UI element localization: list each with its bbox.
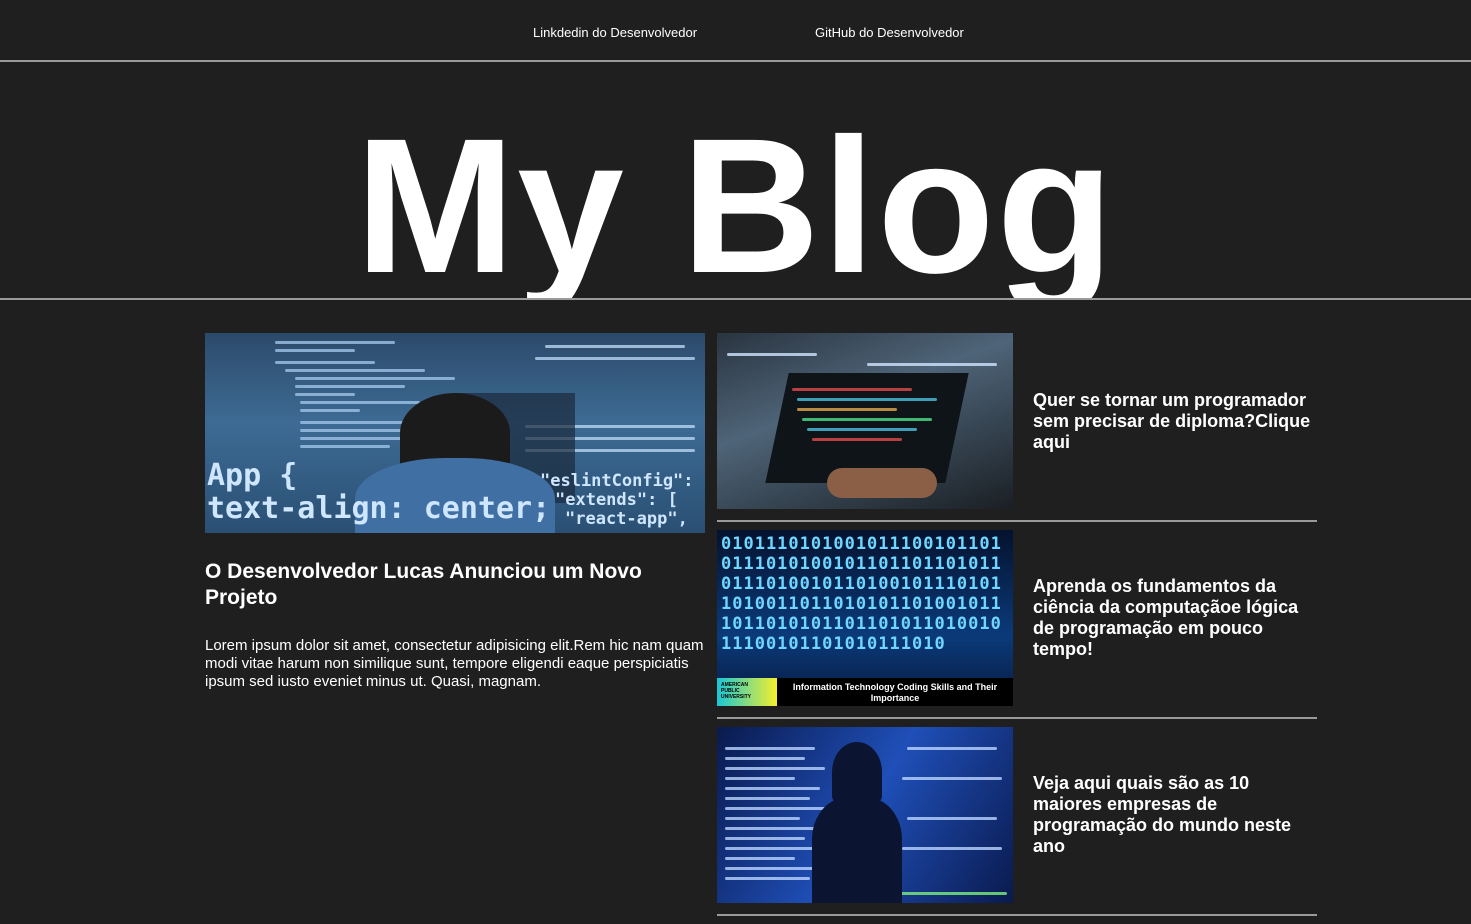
- code-decoration: [797, 398, 937, 401]
- code-decoration: [295, 377, 455, 380]
- code-decoration: [725, 877, 810, 880]
- github-link[interactable]: GitHub do Desenvolvedor: [815, 25, 964, 40]
- code-decoration: [295, 385, 405, 388]
- binary-pattern: 0101110101001011100101101011101010010110…: [721, 534, 1002, 654]
- code-decoration: [300, 401, 420, 404]
- code-decoration: [807, 428, 917, 431]
- code-decoration: [902, 847, 1002, 850]
- person-body: [812, 797, 902, 903]
- code-decoration: [300, 409, 360, 412]
- side-article[interactable]: 0101110101001011100101101011101010010110…: [717, 530, 1317, 719]
- university-logo-text: AMERICAN PUBLIC UNIVERSITY: [721, 682, 752, 700]
- side-article-title[interactable]: Quer se tornar um programador sem precis…: [1033, 333, 1313, 509]
- code-decoration: [725, 797, 810, 800]
- code-overlay-text: "react-app",: [565, 509, 688, 529]
- code-decoration: [867, 363, 997, 366]
- side-article-title[interactable]: Veja aqui quais são as 10 maiores empres…: [1033, 727, 1313, 903]
- banner-caption: Information Technology Coding Skills and…: [792, 682, 998, 703]
- featured-article[interactable]: App { text-align: center; "eslintConfig"…: [205, 333, 705, 691]
- code-decoration: [802, 418, 932, 421]
- code-overlay-text: "extends": [: [555, 490, 678, 510]
- code-decoration: [725, 807, 825, 810]
- hero-banner: My Blog: [0, 62, 1471, 300]
- featured-article-title[interactable]: O Desenvolvedor Lucas Anunciou um Novo P…: [205, 559, 705, 611]
- code-decoration: [545, 345, 685, 348]
- code-decoration: [285, 369, 425, 372]
- code-decoration: [725, 837, 805, 840]
- code-decoration: [725, 787, 820, 790]
- code-decoration: [725, 867, 820, 870]
- university-logo: AMERICAN PUBLIC UNIVERSITY: [717, 678, 777, 706]
- code-decoration: [725, 857, 795, 860]
- code-decoration: [300, 445, 390, 448]
- person-head: [832, 742, 882, 802]
- code-decoration: [725, 817, 800, 820]
- hands-shape: [827, 468, 937, 498]
- main-content: App { text-align: center; "eslintConfig"…: [0, 300, 1471, 924]
- side-article[interactable]: Veja aqui quais são as 10 maiores empres…: [717, 727, 1317, 916]
- side-article-image[interactable]: 0101110101001011100101101011101010010110…: [717, 530, 1013, 706]
- code-decoration: [725, 767, 825, 770]
- code-decoration: [812, 438, 902, 441]
- code-decoration: [902, 777, 1002, 780]
- code-decoration: [727, 353, 817, 356]
- side-article-title[interactable]: Aprenda os fundamentos da ciência da com…: [1033, 530, 1313, 706]
- side-article-image[interactable]: [717, 333, 1013, 509]
- featured-article-image[interactable]: App { text-align: center; "eslintConfig"…: [205, 333, 705, 533]
- image-banner: AMERICAN PUBLIC UNIVERSITY Information T…: [717, 678, 1013, 706]
- code-decoration: [535, 357, 695, 360]
- code-decoration: [725, 847, 825, 850]
- code-decoration: [907, 817, 997, 820]
- code-overlay-text: "eslintConfig": {: [540, 471, 705, 491]
- code-decoration: [907, 747, 997, 750]
- linkedin-link[interactable]: Linkdedin do Desenvolvedor: [533, 25, 697, 40]
- code-decoration: [725, 777, 795, 780]
- code-decoration: [275, 341, 395, 344]
- code-decoration: [792, 388, 912, 391]
- code-decoration: [275, 349, 355, 352]
- top-nav: Linkdedin do Desenvolvedor GitHub do Des…: [0, 0, 1471, 62]
- code-decoration: [295, 393, 355, 396]
- blog-title: My Blog: [355, 98, 1116, 300]
- side-article[interactable]: Quer se tornar um programador sem precis…: [717, 333, 1317, 522]
- code-decoration: [275, 361, 375, 364]
- side-article-image[interactable]: [717, 727, 1013, 903]
- code-decoration: [797, 408, 897, 411]
- featured-article-excerpt: Lorem ipsum dolor sit amet, consectetur …: [205, 637, 704, 690]
- code-overlay-text: App {: [207, 458, 298, 493]
- code-overlay-text: text-align: center;: [207, 491, 551, 526]
- code-decoration: [725, 757, 805, 760]
- code-decoration: [725, 827, 815, 830]
- code-decoration: [725, 747, 815, 750]
